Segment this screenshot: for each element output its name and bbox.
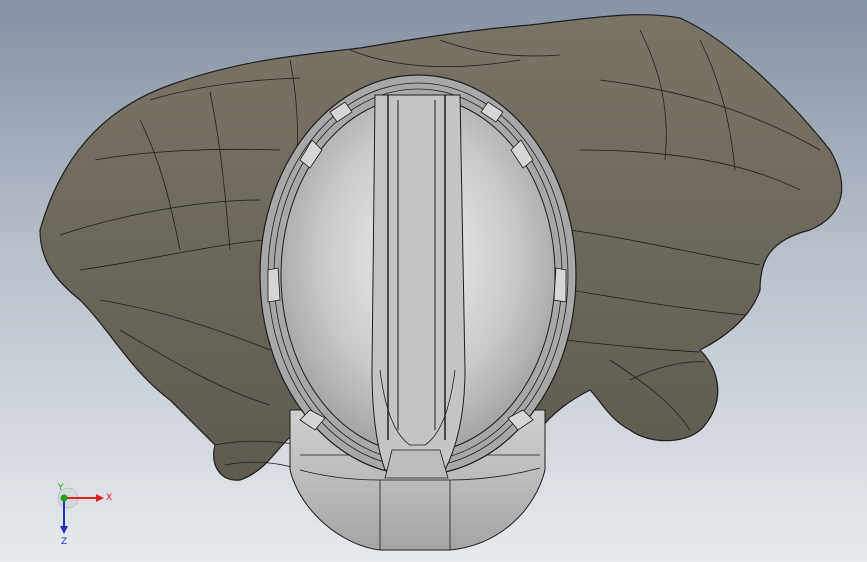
graphics-viewport[interactable]: X Y Z [0, 0, 867, 562]
y-axis-label: Y [57, 483, 64, 493]
x-axis-label: X [106, 493, 112, 503]
helmet [259, 74, 577, 551]
model-view[interactable] [0, 0, 867, 562]
y-axis-point [60, 494, 68, 502]
x-axis-arrow [96, 494, 104, 502]
z-axis-label: Z [61, 537, 67, 547]
reference-triad: X Y Z [57, 483, 112, 547]
z-axis-arrow [60, 526, 68, 534]
